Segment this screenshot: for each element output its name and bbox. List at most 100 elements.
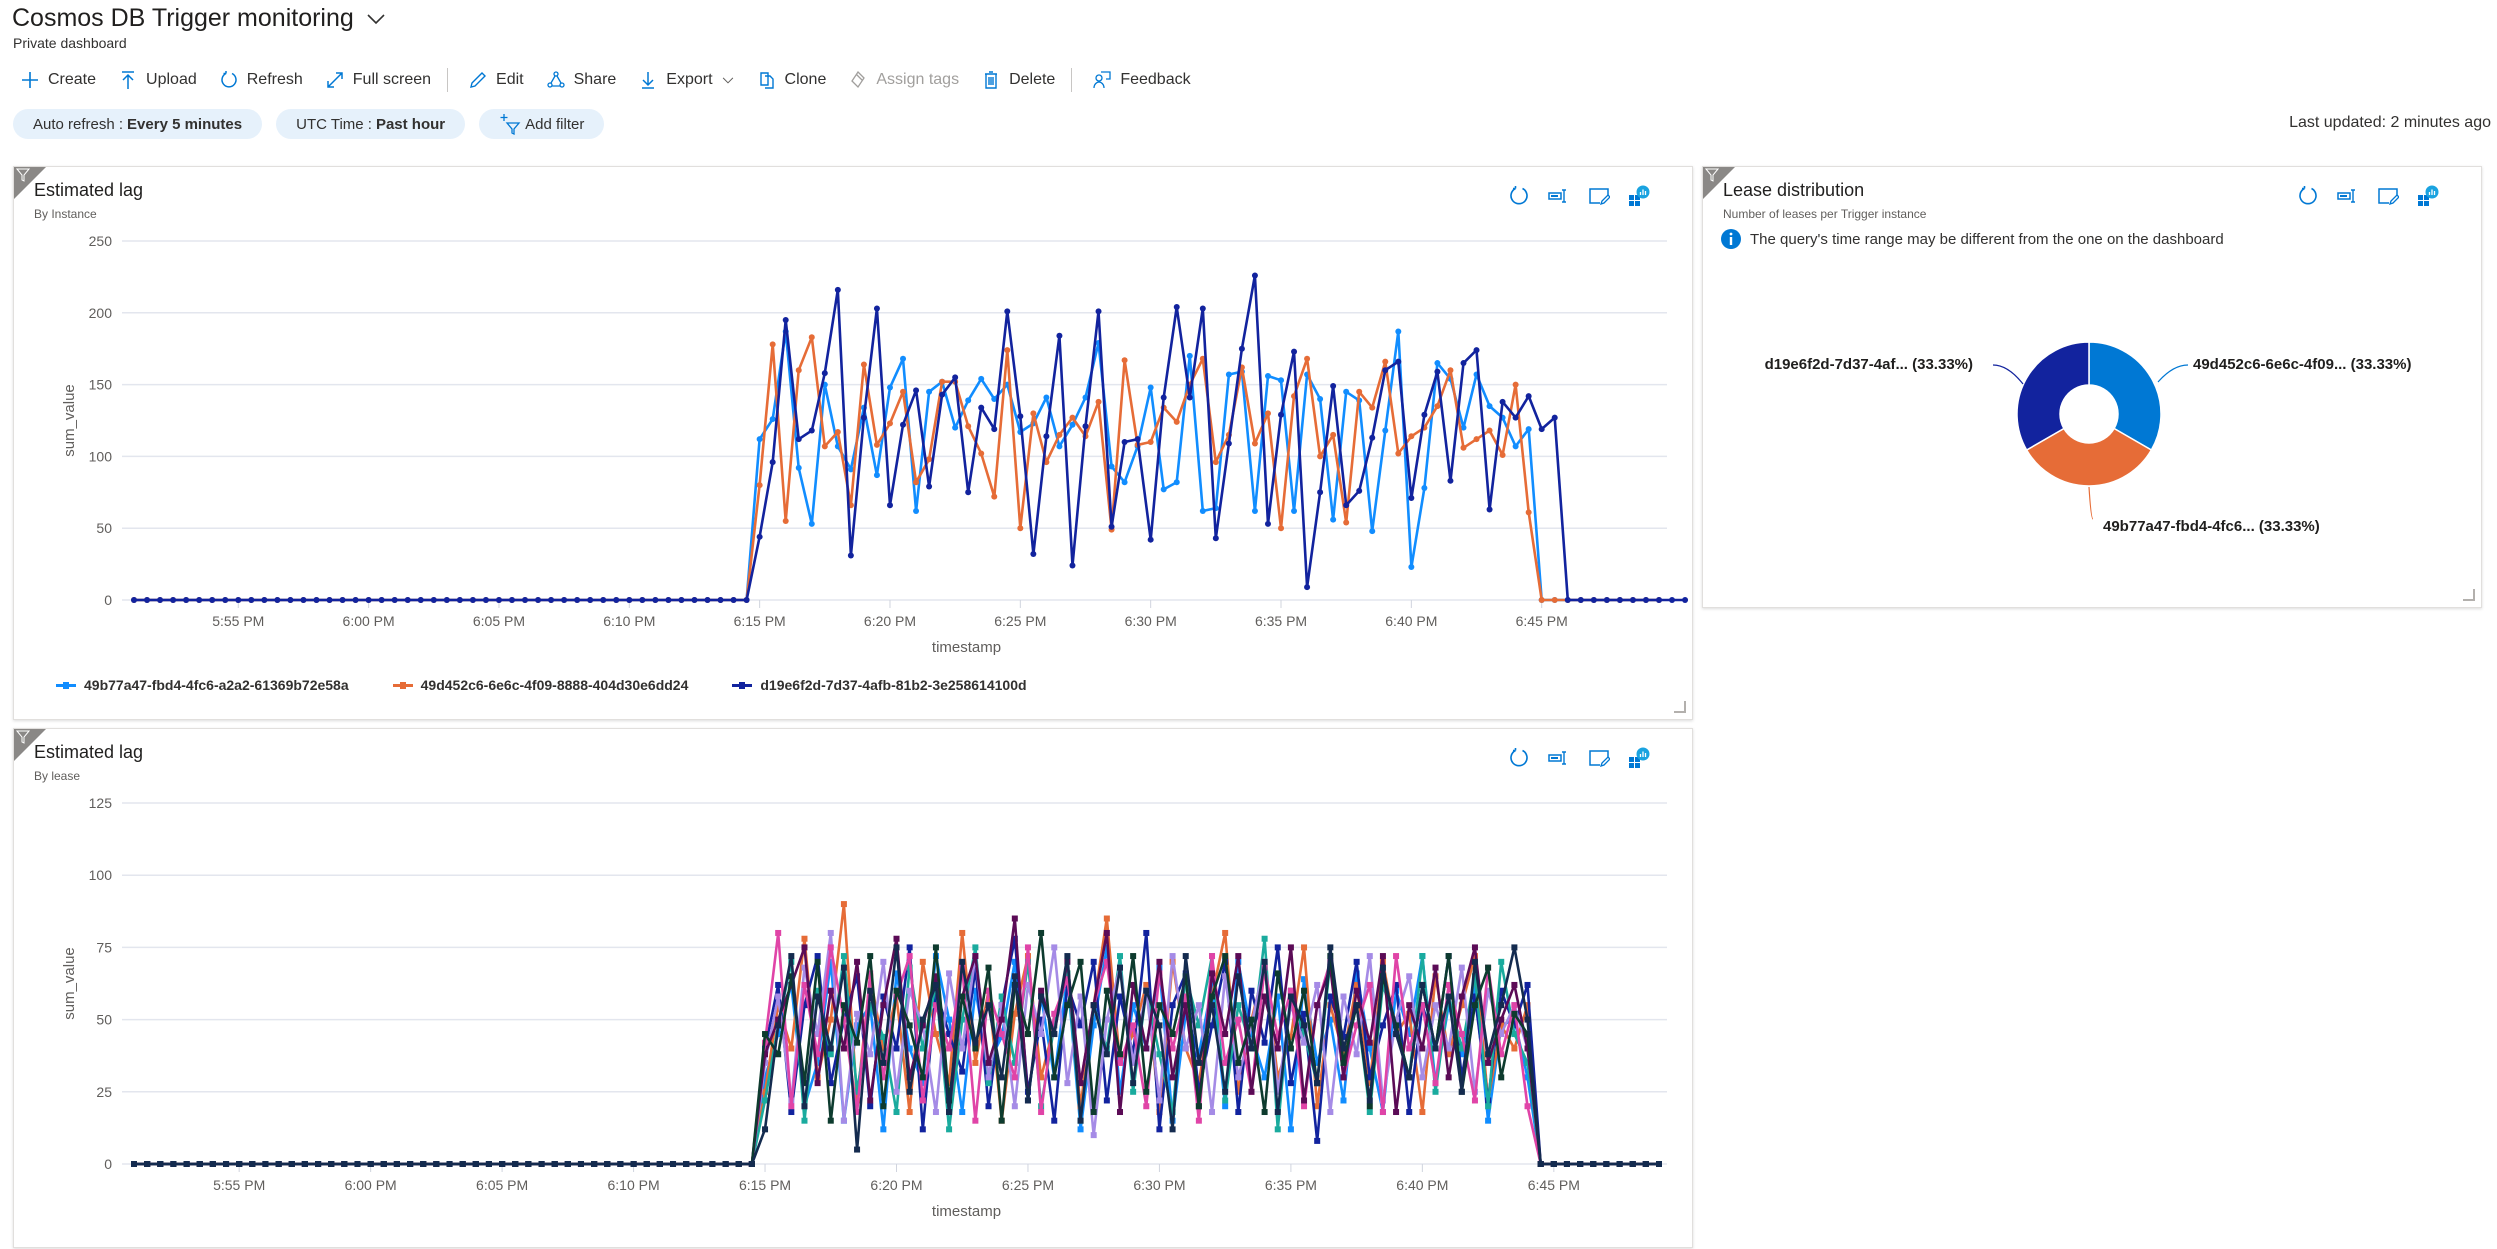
data-point[interactable] xyxy=(1393,953,1400,960)
data-point[interactable] xyxy=(972,1039,979,1046)
data-point[interactable] xyxy=(1235,1016,1242,1023)
logs-icon[interactable] xyxy=(1628,747,1650,769)
data-point[interactable] xyxy=(1156,1002,1163,1009)
data-point[interactable] xyxy=(1103,915,1110,922)
data-point[interactable] xyxy=(1434,360,1441,367)
data-point[interactable] xyxy=(170,1161,177,1167)
data-point[interactable] xyxy=(1051,1074,1058,1081)
data-point[interactable] xyxy=(1156,1097,1163,1104)
query-icon[interactable] xyxy=(1548,185,1570,207)
legend-item[interactable]: 49b77a47-fbd4-4fc6-a2a2-61369b72e58a xyxy=(56,677,349,693)
data-point[interactable] xyxy=(795,367,802,374)
data-point[interactable] xyxy=(157,1161,164,1167)
data-point[interactable] xyxy=(1235,973,1242,980)
data-point[interactable] xyxy=(1264,410,1271,417)
data-point[interactable] xyxy=(1274,1126,1281,1133)
data-point[interactable] xyxy=(1366,1039,1373,1046)
data-point[interactable] xyxy=(978,404,985,411)
data-point[interactable] xyxy=(1108,463,1115,470)
chevron-down-icon[interactable] xyxy=(364,7,388,31)
data-point[interactable] xyxy=(788,1109,795,1116)
data-point[interactable] xyxy=(893,1109,900,1116)
data-point[interactable] xyxy=(1182,953,1189,960)
data-point[interactable] xyxy=(1235,1109,1242,1116)
data-point[interactable] xyxy=(1160,394,1167,401)
data-point[interactable] xyxy=(1169,1126,1176,1133)
data-point[interactable] xyxy=(1195,1059,1202,1066)
data-point[interactable] xyxy=(775,993,782,1000)
data-point[interactable] xyxy=(223,1161,230,1167)
resize-handle[interactable] xyxy=(2463,589,2475,601)
data-point[interactable] xyxy=(1225,440,1232,447)
data-point[interactable] xyxy=(913,507,920,514)
edit-tile-icon[interactable] xyxy=(1588,185,1611,207)
data-point[interactable] xyxy=(1419,1045,1426,1052)
data-point[interactable] xyxy=(827,1117,834,1124)
data-point[interactable] xyxy=(209,597,216,603)
data-point[interactable] xyxy=(1056,431,1063,438)
data-point[interactable] xyxy=(1186,352,1193,359)
data-point[interactable] xyxy=(604,1161,611,1167)
data-point[interactable] xyxy=(639,597,646,603)
data-point[interactable] xyxy=(1143,987,1150,994)
data-point[interactable] xyxy=(1103,1097,1110,1104)
data-point[interactable] xyxy=(840,1117,847,1124)
data-point[interactable] xyxy=(1238,345,1245,352)
data-point[interactable] xyxy=(1512,381,1519,388)
data-point[interactable] xyxy=(1642,1161,1649,1167)
data-point[interactable] xyxy=(1393,1031,1400,1038)
data-point[interactable] xyxy=(985,964,992,971)
data-point[interactable] xyxy=(1511,1002,1518,1009)
data-point[interactable] xyxy=(339,597,346,603)
edit-tile-icon[interactable] xyxy=(1588,747,1611,769)
donut-slice[interactable] xyxy=(2088,341,2162,452)
data-point[interactable] xyxy=(1393,1109,1400,1116)
data-point[interactable] xyxy=(1340,1074,1347,1081)
data-point[interactable] xyxy=(315,1161,322,1167)
data-point[interactable] xyxy=(1301,1022,1308,1029)
data-point[interactable] xyxy=(1251,507,1258,514)
data-point[interactable] xyxy=(827,1045,834,1052)
data-point[interactable] xyxy=(1225,371,1232,378)
data-point[interactable] xyxy=(1095,308,1102,315)
data-point[interactable] xyxy=(1395,328,1402,335)
data-point[interactable] xyxy=(735,1161,742,1167)
data-point[interactable] xyxy=(978,450,985,457)
data-point[interactable] xyxy=(965,489,972,496)
data-point[interactable] xyxy=(1095,398,1102,405)
data-point[interactable] xyxy=(1082,423,1089,430)
data-point[interactable] xyxy=(1156,958,1163,965)
data-point[interactable] xyxy=(847,552,854,559)
data-point[interactable] xyxy=(906,953,913,960)
data-point[interactable] xyxy=(873,305,880,312)
data-point[interactable] xyxy=(1004,308,1011,315)
data-point[interactable] xyxy=(1642,597,1649,603)
data-point[interactable] xyxy=(1038,993,1045,1000)
data-point[interactable] xyxy=(1248,1088,1255,1095)
data-point[interactable] xyxy=(1038,929,1045,936)
data-point[interactable] xyxy=(574,597,581,603)
data-point[interactable] xyxy=(1366,1097,1373,1104)
data-point[interactable] xyxy=(183,597,190,603)
data-point[interactable] xyxy=(972,1117,979,1124)
data-point[interactable] xyxy=(1340,1097,1347,1104)
data-point[interactable] xyxy=(495,597,502,603)
data-point[interactable] xyxy=(535,597,542,603)
data-point[interactable] xyxy=(1287,1080,1294,1087)
data-point[interactable] xyxy=(709,1161,716,1167)
data-point[interactable] xyxy=(1199,507,1206,514)
data-point[interactable] xyxy=(665,597,672,603)
data-point[interactable] xyxy=(782,518,789,525)
data-point[interactable] xyxy=(696,1161,703,1167)
data-point[interactable] xyxy=(946,1126,953,1133)
data-point[interactable] xyxy=(1038,1109,1045,1116)
data-point[interactable] xyxy=(1261,1109,1268,1116)
data-point[interactable] xyxy=(1291,507,1298,514)
data-point[interactable] xyxy=(1458,964,1465,971)
refresh-icon[interactable] xyxy=(2297,185,2319,207)
data-point[interactable] xyxy=(932,1109,939,1116)
data-point[interactable] xyxy=(288,1161,295,1167)
data-point[interactable] xyxy=(1024,944,1031,951)
data-point[interactable] xyxy=(1366,1103,1373,1110)
data-point[interactable] xyxy=(1406,1109,1413,1116)
